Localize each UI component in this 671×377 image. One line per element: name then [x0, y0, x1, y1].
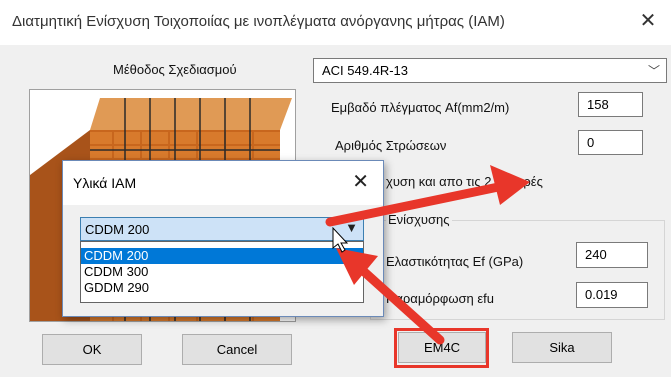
- layers-input[interactable]: 0: [578, 130, 643, 155]
- close-icon[interactable]: ✕: [352, 169, 369, 194]
- method-select[interactable]: ACI 549.4R-13 ﹀: [313, 58, 667, 83]
- window-title: Διατμητική Ενίσχυση Τοιχοποιίας με ινοπλ…: [12, 13, 505, 30]
- material-dropdown-list: CDDM 200 CDDM 300 GDDM 290: [80, 241, 364, 303]
- strain-value: 0.019: [585, 287, 618, 302]
- area-input[interactable]: 158: [578, 92, 643, 117]
- layers-label: Αριθμός Στρώσεων: [335, 138, 447, 153]
- modulus-label: Ελαστικότητας Ef (GPa): [386, 254, 524, 269]
- title-bar: Διατμητική Ενίσχυση Τοιχοποιίας με ινοπλ…: [0, 0, 671, 45]
- modulus-value: 240: [585, 247, 607, 262]
- group-label: Ενίσχυσης: [386, 212, 452, 227]
- material-select[interactable]: CDDM 200 ▼: [80, 217, 364, 241]
- strain-input[interactable]: 0.019: [576, 282, 648, 308]
- material-option[interactable]: GDDM 290: [81, 280, 363, 296]
- material-option[interactable]: CDDM 200: [81, 248, 363, 264]
- area-value: 158: [587, 97, 609, 112]
- chevron-down-icon[interactable]: ﹀: [648, 62, 660, 79]
- area-label: Εμβαδό πλέγματος Af(mm2/m): [331, 100, 510, 115]
- iam-materials-dialog: Υλικά IAM ✕ CDDM 200 ▼ CDDM 200 CDDM 300…: [62, 160, 384, 317]
- method-value: ACI 549.4R-13: [322, 63, 408, 78]
- ok-button[interactable]: OK: [42, 334, 142, 365]
- em4c-highlight-box: [394, 328, 489, 368]
- layers-value: 0: [587, 135, 595, 150]
- dialog-title: Υλικά IAM: [73, 175, 137, 191]
- modulus-input[interactable]: 240: [576, 242, 648, 268]
- dialog-title-bar: Υλικά IAM ✕: [63, 161, 383, 205]
- sika-button[interactable]: Sika: [512, 332, 612, 363]
- method-label: Μέθοδος Σχεδιασμού: [113, 62, 237, 77]
- close-icon[interactable]: ✕: [636, 9, 660, 33]
- material-selected-value: CDDM 200: [85, 222, 150, 237]
- strain-label: Παραμόρφωση εfu: [386, 291, 495, 306]
- cancel-button[interactable]: Cancel: [182, 334, 292, 365]
- chevron-down-icon[interactable]: ▼: [345, 220, 358, 235]
- material-option[interactable]: CDDM 300: [81, 264, 363, 280]
- both-sides-label[interactable]: χυση και απο τις 2 πλευρές: [386, 174, 543, 189]
